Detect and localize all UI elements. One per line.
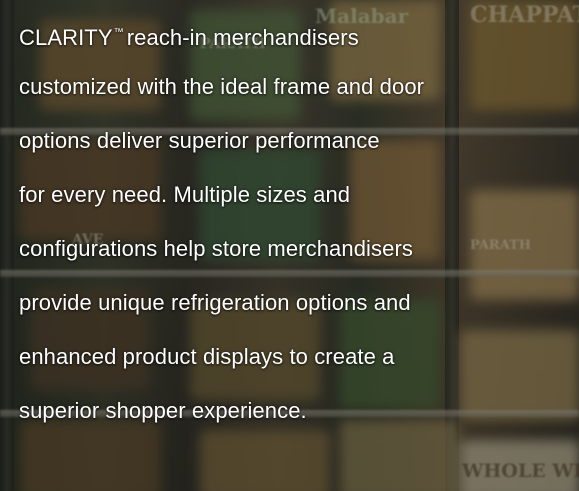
text-line-rest: reach-in merchandisers — [126, 25, 359, 50]
text-line: configurations help store merchandisers — [19, 236, 413, 261]
text-line: enhanced product displays to create a — [19, 344, 395, 369]
text-line: for every need. Multiple sizes and — [19, 182, 351, 207]
brand-name: CLARITY — [19, 25, 113, 50]
text-line: superior shopper experience. — [19, 398, 307, 423]
description-text: CLARITY™ reach-in merchandisers customize… — [19, 0, 579, 438]
text-line: provide unique refrigeration options and — [19, 290, 411, 315]
text-line: options deliver superior performance — [19, 128, 380, 153]
trademark-symbol: ™ — [113, 27, 124, 38]
hero-panel: CHAPPAT PARATH Malabar WHOLE WHE AVE PAR… — [0, 0, 579, 491]
text-line: CLARITY™ reach-in merchandisers — [19, 6, 579, 60]
text-line: customized with the ideal frame and door — [19, 74, 425, 99]
